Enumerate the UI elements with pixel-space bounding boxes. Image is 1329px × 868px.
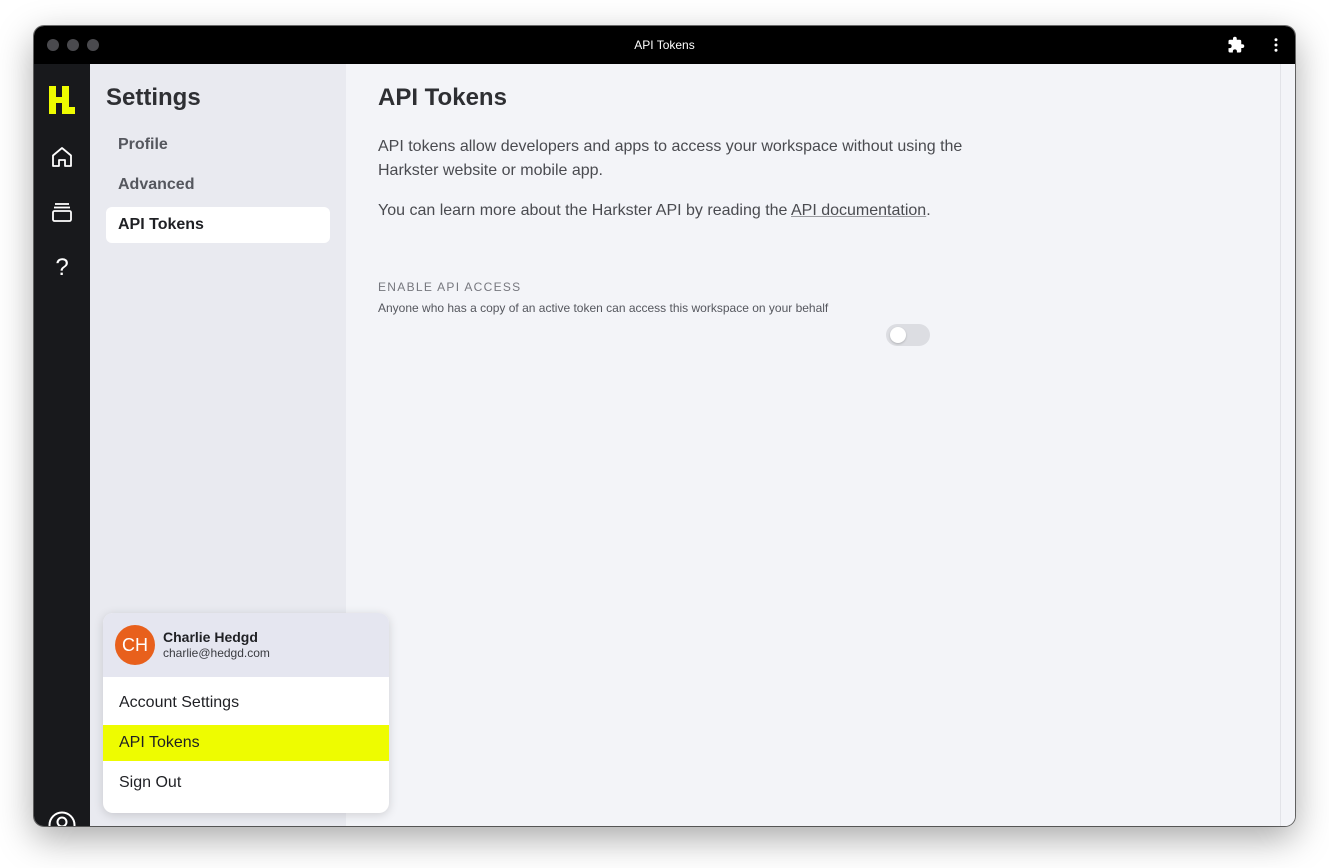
- toggle-knob: [890, 327, 906, 343]
- api-access-description: Anyone who has a copy of an active token…: [378, 301, 829, 315]
- avatar: CH: [115, 625, 155, 665]
- menu-item-sign-out[interactable]: Sign Out: [103, 765, 389, 801]
- docs-paragraph: You can learn more about the Harkster AP…: [378, 199, 998, 223]
- user-menu-header: CH Charlie Hedgd charlie@hedgd.com: [103, 613, 389, 677]
- user-menu-popover: CH Charlie Hedgd charlie@hedgd.com Accou…: [103, 613, 389, 813]
- home-button[interactable]: [48, 143, 76, 171]
- app-window: API Tokens ? Settings Profile Advanced A…: [34, 26, 1295, 826]
- api-access-label: ENABLE API ACCESS: [378, 280, 522, 294]
- user-email: charlie@hedgd.com: [163, 646, 270, 660]
- user-name: Charlie Hedgd: [163, 629, 258, 645]
- scrollbar-track[interactable]: [1280, 64, 1295, 826]
- sidebar-item-profile[interactable]: Profile: [106, 127, 330, 163]
- left-rail: ?: [34, 64, 90, 826]
- help-icon: ?: [55, 254, 69, 281]
- home-icon: [52, 147, 72, 167]
- docs-paragraph-prefix: You can learn more about the Harkster AP…: [378, 202, 791, 219]
- menu-item-api-tokens[interactable]: API Tokens: [103, 725, 389, 761]
- api-documentation-link[interactable]: API documentation: [791, 202, 926, 219]
- puzzle-icon[interactable]: [1227, 36, 1245, 54]
- inbox-stack-button[interactable]: [48, 198, 76, 226]
- docs-paragraph-suffix: .: [926, 202, 931, 219]
- settings-title: Settings: [106, 84, 201, 111]
- main-content: API Tokens API tokens allow developers a…: [346, 64, 1280, 826]
- help-button[interactable]: ?: [48, 254, 76, 282]
- intro-paragraph: API tokens allow developers and apps to …: [378, 138, 963, 179]
- more-vertical-icon[interactable]: [1267, 36, 1285, 54]
- title-bar: API Tokens: [34, 26, 1295, 64]
- sidebar-item-api-tokens[interactable]: API Tokens: [106, 207, 330, 243]
- user-circle-icon[interactable]: [47, 810, 77, 826]
- window-title: API Tokens: [634, 38, 695, 52]
- stack-icon: [52, 203, 72, 222]
- page-title: API Tokens: [378, 84, 507, 111]
- api-access-toggle[interactable]: [886, 324, 930, 346]
- menu-item-account-settings[interactable]: Account Settings: [103, 685, 389, 721]
- sidebar-item-advanced[interactable]: Advanced: [106, 167, 330, 203]
- harkster-logo-icon[interactable]: [49, 86, 75, 114]
